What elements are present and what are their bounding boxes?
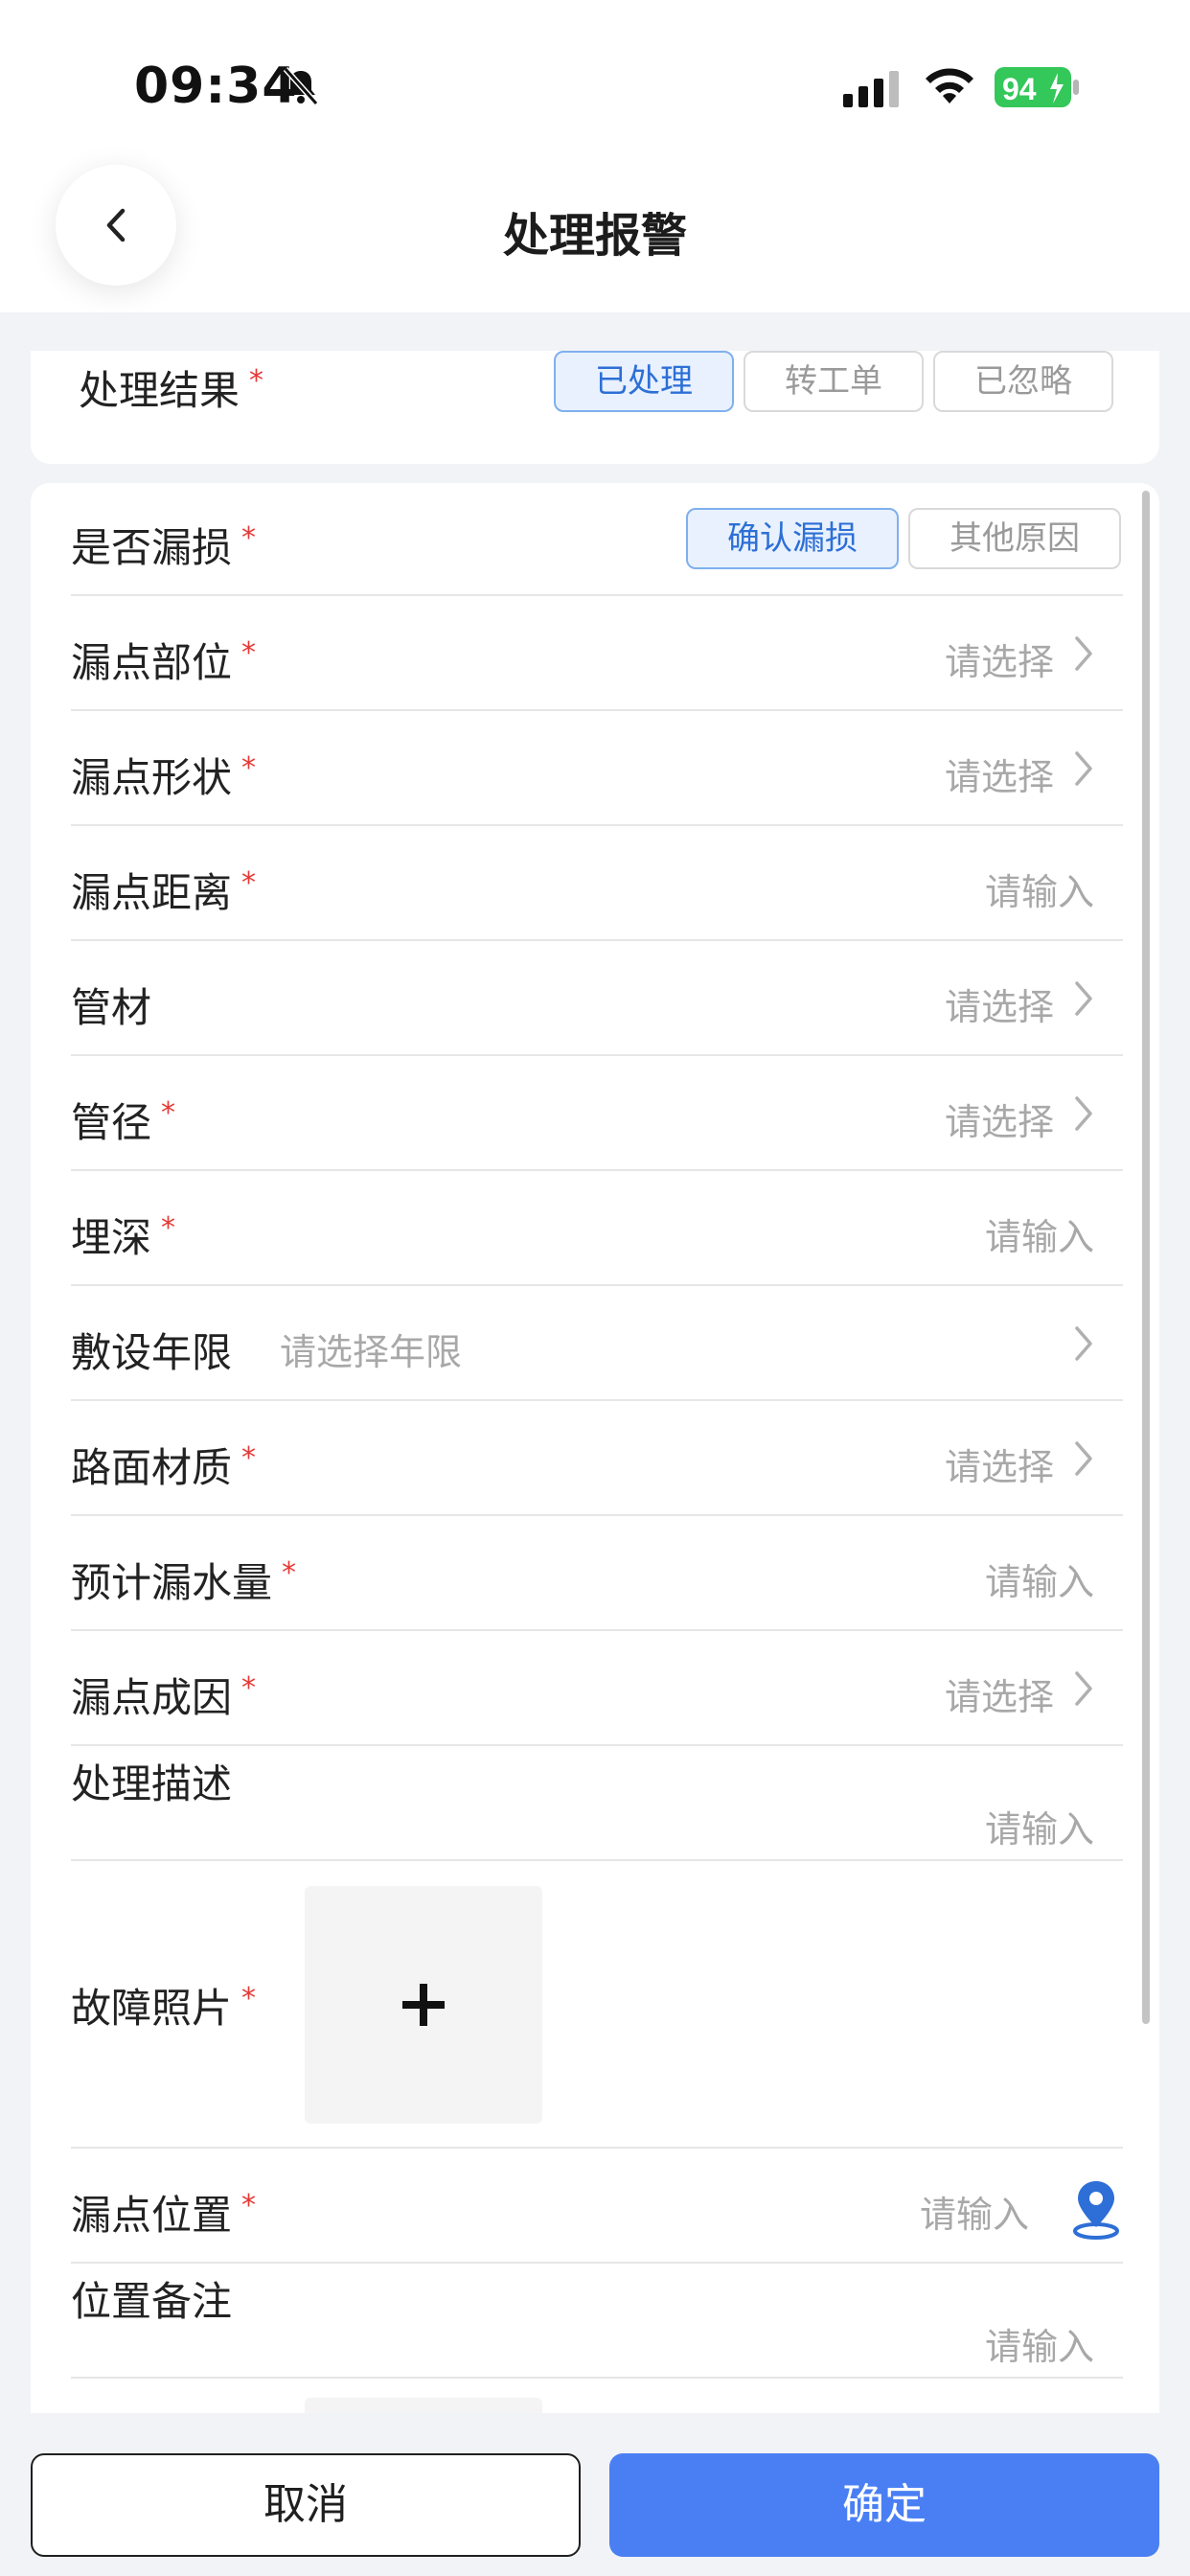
field-row-location-note[interactable]: 位置备注 请输入	[71, 2264, 1123, 2379]
field-textarea-placeholder: 请输入	[984, 1808, 1094, 1851]
field-row-road-surface[interactable]: 路面材质 * 请选择	[71, 1401, 1123, 1516]
cancel-button[interactable]: 取消	[31, 2453, 581, 2557]
wifi-icon	[926, 68, 973, 104]
field-label: 处理描述	[71, 1760, 233, 1807]
field-row-leak-cause[interactable]: 漏点成因 * 请选择	[71, 1631, 1123, 1746]
field-input-placeholder: 请输入	[984, 1561, 1094, 1603]
chevron-right-icon	[1075, 981, 1092, 1016]
field-placeholder: 请选择年限	[280, 1331, 463, 1373]
page-title: 处理报警	[502, 209, 687, 263]
field-row-description[interactable]: 处理描述 请输入	[71, 1746, 1123, 1861]
leak-row: 是否漏损 * 确认漏损 其他原因	[71, 483, 1123, 596]
field-label: 漏点位置 *	[71, 2189, 257, 2239]
chevron-right-icon	[1075, 636, 1092, 671]
field-label: 管径 *	[71, 1096, 176, 1146]
chevron-right-icon	[1075, 751, 1092, 786]
header-area: 09:34 94 处理报警	[0, 0, 1190, 312]
field-placeholder: 请选择	[944, 986, 1054, 1028]
field-label: 漏点形状 *	[71, 751, 257, 801]
field-label: 漏点成因 *	[71, 1671, 257, 1721]
result-card: 处理结果 * 已处理 转工单 已忽略	[31, 351, 1159, 464]
scrollbar[interactable]	[1142, 491, 1150, 2024]
field-label: 管材	[71, 984, 152, 1031]
field-label: 敷设年限	[71, 1329, 233, 1376]
field-label: 路面材质 *	[71, 1441, 257, 1491]
field-row-pipe-diameter[interactable]: 管径 * 请选择	[71, 1056, 1123, 1171]
svg-text:94: 94	[1002, 72, 1037, 106]
field-label: 埋深 *	[71, 1211, 176, 1261]
field-row-laying-years[interactable]: 敷设年限 请选择年限	[71, 1286, 1123, 1401]
battery-icon: 94	[995, 67, 1079, 107]
photo-upload-button[interactable]	[305, 1886, 542, 2124]
required-mark: *	[249, 364, 264, 398]
chevron-right-icon	[1075, 1326, 1092, 1361]
chevron-right-icon	[1075, 1441, 1092, 1476]
field-input-placeholder: 请输入	[984, 871, 1094, 913]
field-placeholder: 请选择	[944, 756, 1054, 798]
bell-muted-icon	[283, 67, 319, 105]
location-pin-icon[interactable]	[1069, 2177, 1123, 2241]
confirm-button[interactable]: 确定	[609, 2453, 1159, 2557]
result-option-ignored[interactable]: 已忽略	[933, 351, 1113, 412]
chevron-right-icon	[1075, 1671, 1092, 1706]
field-input-placeholder: 请输入	[984, 1216, 1094, 1258]
result-option-work-order[interactable]: 转工单	[744, 351, 924, 412]
field-placeholder: 请选择	[944, 1676, 1054, 1718]
field-row-leak-shape[interactable]: 漏点形状 * 请选择	[71, 711, 1123, 826]
next-upload-placeholder	[305, 2398, 542, 2413]
field-textarea-placeholder: 请输入	[984, 2326, 1094, 2368]
result-option-handled[interactable]: 已处理	[554, 351, 734, 412]
chevron-right-icon	[1075, 1096, 1092, 1131]
field-row-leak-location[interactable]: 漏点位置 * 请输入	[71, 2149, 1123, 2264]
field-row-estimated-leakage[interactable]: 预计漏水量 * 请输入	[71, 1516, 1123, 1631]
action-bar: 取消 确定	[0, 2413, 1190, 2576]
leak-label: 是否漏损 *	[71, 521, 257, 571]
field-label: 位置备注	[71, 2278, 233, 2325]
field-input-placeholder: 请输入	[919, 2194, 1029, 2236]
result-label: 处理结果 *	[79, 364, 264, 414]
field-row-fault-photo: 故障照片 *	[71, 1861, 1123, 2149]
field-row-pipe-material[interactable]: 管材 请选择	[71, 941, 1123, 1056]
field-placeholder: 请选择	[944, 641, 1054, 683]
form-card: 是否漏损 * 确认漏损 其他原因 漏点部位 * 请选择 漏点形状 * 请选择 漏点距离…	[31, 483, 1159, 2413]
field-label: 故障照片 *	[71, 1982, 257, 2032]
cellular-signal-icon	[843, 71, 899, 107]
field-label: 漏点距离 *	[71, 866, 257, 916]
field-label: 漏点部位 *	[71, 636, 257, 686]
field-row-leak-part[interactable]: 漏点部位 * 请选择	[71, 596, 1123, 711]
field-row-leak-distance[interactable]: 漏点距离 * 请输入	[71, 826, 1123, 941]
leak-option-confirm[interactable]: 确认漏损	[686, 508, 899, 569]
field-row-burial-depth[interactable]: 埋深 * 请输入	[71, 1171, 1123, 1286]
field-placeholder: 请选择	[944, 1446, 1054, 1488]
leak-option-other[interactable]: 其他原因	[908, 508, 1121, 569]
field-label: 预计漏水量 *	[71, 1556, 297, 1606]
field-placeholder: 请选择	[944, 1101, 1054, 1143]
status-time: 09:34	[134, 58, 298, 115]
